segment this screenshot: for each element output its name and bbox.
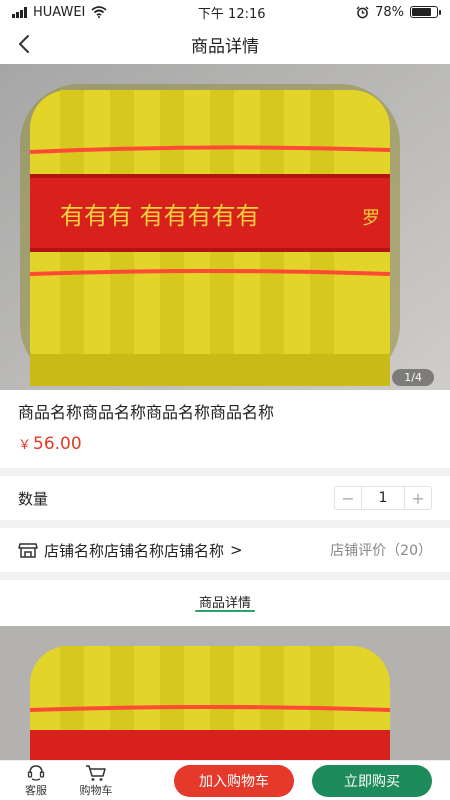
chevron-right-icon: > <box>230 541 243 559</box>
signal-icon <box>12 6 27 18</box>
svg-text:罗: 罗 <box>362 208 380 229</box>
price-value: 56.00 <box>33 434 82 454</box>
store-icon <box>18 543 38 558</box>
shop-rating-link[interactable]: 店铺评价（20） <box>330 540 432 560</box>
detail-image <box>0 626 450 760</box>
currency-symbol: ￥ <box>18 438 32 453</box>
tab-product-detail[interactable]: 商品详情 <box>194 580 256 626</box>
product-info: 商品名称商品名称商品名称商品名称 ￥ 56.00 <box>0 390 450 468</box>
customer-service-label: 客服 <box>25 783 47 797</box>
decrease-button[interactable]: − <box>335 487 361 509</box>
battery-icon <box>409 6 441 18</box>
shop-row[interactable]: 店铺名称店铺名称店铺名称 > 店铺评价（20） <box>0 528 450 572</box>
customer-service-icon <box>27 764 45 781</box>
cart-icon <box>86 764 106 781</box>
product-name: 商品名称商品名称商品名称商品名称 <box>18 403 275 422</box>
detail-product-image <box>0 626 450 760</box>
quantity-row: 数量 − 1 + <box>0 476 450 520</box>
product-price: ￥ 56.00 <box>18 434 432 454</box>
shop-link[interactable]: 店铺名称店铺名称店铺名称 > <box>18 540 243 561</box>
cart-label: 购物车 <box>79 783 113 797</box>
quantity-label: 数量 <box>18 489 49 508</box>
carrier-label: HUAWEI <box>33 4 86 20</box>
detail-tabs: 商品详情 <box>0 580 450 626</box>
svg-text:有有有 有有有有有: 有有有 有有有有有 <box>60 202 260 230</box>
product-image-gallery[interactable]: 有有有 有有有有有 罗 1/4 <box>0 64 450 390</box>
back-arrow-icon <box>19 35 29 53</box>
status-left: HUAWEI <box>12 5 107 20</box>
page-title: 商品详情 <box>191 36 259 57</box>
buy-now-button[interactable]: 立即购买 <box>312 765 432 797</box>
quantity-stepper: − 1 + <box>334 486 432 510</box>
add-to-cart-button[interactable]: 加入购物车 <box>174 765 294 797</box>
clock: 下午 12:16 <box>197 6 266 22</box>
cart-nav-button[interactable]: 购物车 <box>68 764 124 798</box>
customer-service-button[interactable]: 客服 <box>8 764 64 798</box>
wifi-icon <box>91 6 107 18</box>
quantity-value[interactable]: 1 <box>361 487 405 509</box>
increase-button[interactable]: + <box>405 487 431 509</box>
status-right: 78% <box>356 4 441 20</box>
product-image: 有有有 有有有有有 罗 <box>0 64 450 390</box>
image-counter: 1/4 <box>392 369 434 386</box>
battery-percent: 78% <box>375 4 404 20</box>
nav-bar: 商品详情 <box>0 24 450 64</box>
bottom-action-bar: 客服 购物车 加入购物车 立即购买 <box>0 760 450 800</box>
alarm-icon <box>356 6 369 18</box>
status-bar: HUAWEI 下午 12:16 78% <box>0 0 450 24</box>
shop-name: 店铺名称店铺名称店铺名称 <box>44 541 225 560</box>
back-button[interactable] <box>10 30 38 58</box>
